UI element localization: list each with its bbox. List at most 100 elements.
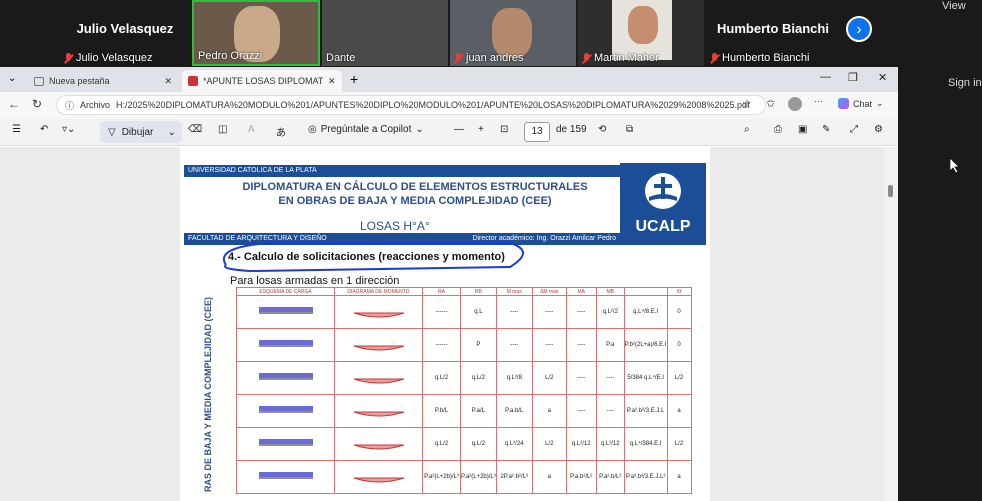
back-icon[interactable]: ←: [8, 97, 20, 111]
copilot-chat-button[interactable]: Chat ⌄: [838, 98, 884, 109]
value-cell: L/2: [531, 361, 567, 395]
text-icon[interactable]: A: [248, 124, 255, 135]
zoom-out-icon[interactable]: —: [454, 124, 464, 135]
load-scheme-cell: [236, 295, 335, 329]
value-cell: 2P.a².b²/L³: [495, 460, 533, 494]
search-icon[interactable]: ⌕: [744, 124, 750, 135]
moment-diagram-cell: [334, 460, 423, 494]
close-window-icon[interactable]: ✕: [878, 71, 887, 84]
value-cell: P: [460, 328, 497, 362]
value-cell: q.L/2: [422, 361, 461, 395]
table-row: ------ q.L ---- ---- ---- q.L²/2 q.L⁴/8.E.I 0: [236, 295, 692, 329]
contents-icon[interactable]: ☰: [12, 124, 21, 135]
value-cell: q.L²/8: [495, 361, 533, 395]
print-icon[interactable]: ⎙: [774, 124, 782, 135]
value-cell: ------: [422, 295, 461, 329]
value-cell: ----: [565, 361, 597, 395]
participant-label: Julio Velasquez: [64, 52, 152, 64]
page-icon: [34, 76, 44, 86]
pdf-toolbar: ☰ ↶ ▿⌄ ▽ Dibujar ⌄ ⌫ ◫ A あ ◎ Pregúntale a C…: [0, 118, 898, 146]
value-cell: ----: [495, 295, 533, 329]
value-cell: ----: [565, 295, 597, 329]
undo-icon[interactable]: ↶: [40, 124, 48, 135]
pdf-page: UNIVERSIDAD CATOLICA DE LA PLATA DIPLOMA…: [180, 147, 710, 501]
ucalp-logo: UCALP: [620, 163, 706, 245]
eraser-icon[interactable]: ⌫: [188, 124, 202, 135]
fit-page-icon[interactable]: ⊡: [500, 124, 508, 135]
participant-label: Pedro Orazzi: [198, 50, 263, 62]
participant-label: Humberto Bianchi: [710, 52, 809, 64]
two-page-icon[interactable]: ⧉: [626, 124, 633, 135]
maximize-icon[interactable]: ❐: [848, 71, 858, 84]
settings-icon[interactable]: ⚙: [874, 124, 883, 135]
save-icon[interactable]: ▣: [798, 124, 807, 135]
document-title: DIPLOMATURA EN CÁLCULO DE ELEMENTOS ESTR…: [242, 181, 588, 207]
new-tab-icon[interactable]: +: [350, 71, 358, 87]
next-page-button[interactable]: ›: [846, 16, 872, 42]
value-cell: L/2: [666, 361, 692, 395]
value-cell: P.a.b/L: [495, 394, 533, 428]
participant-tile[interactable]: Pedro Orazzi: [192, 0, 320, 66]
university-banner: UNIVERSIDAD CATOLICA DE LA PLATA: [184, 165, 620, 177]
copilot-ask-button[interactable]: ◎ Pregúntale a Copilot ⌄: [308, 124, 424, 135]
table-row: P.a²(L+2b)/L³ P.a²(L+2b)/L³ 2P.a².b²/L³ a P.…: [236, 460, 692, 494]
pdf-icon: [188, 76, 198, 86]
value-cell: a: [531, 460, 567, 494]
value-cell: P.a²(L+2b)/L³: [460, 460, 497, 494]
tab-list-chevron-icon[interactable]: ⌄: [8, 73, 16, 84]
read-aloud-icon[interactable]: あ: [276, 124, 286, 139]
zoom-in-icon[interactable]: +: [478, 124, 484, 135]
value-cell: ----: [565, 328, 597, 362]
browser-window: ⌄ Nueva pestaña ✕ *APUNTE LOSAS DIPLOMAT…: [0, 67, 898, 501]
collections-icon[interactable]: ✩: [766, 97, 775, 110]
value-cell: q.L⁴/384.E.I: [623, 427, 668, 461]
close-tab-icon[interactable]: ✕: [164, 76, 172, 87]
participant-tile[interactable]: Humberto Bianchi Humberto Bianchi: [706, 0, 840, 66]
minimize-icon[interactable]: —: [820, 71, 831, 83]
load-scheme-cell: [236, 427, 335, 461]
favorite-star-icon[interactable]: ☆: [742, 97, 752, 110]
sign-in-label[interactable]: Sign in: [948, 77, 982, 89]
value-cell: a: [666, 460, 692, 494]
view-button[interactable]: View: [942, 0, 966, 12]
tab-pdf[interactable]: *APUNTE LOSAS DIPLOMATURA 2 ✕: [182, 70, 342, 92]
load-scheme-cell: [236, 460, 335, 494]
value-cell: q.L²/12: [565, 427, 597, 461]
moment-diagram-cell: [334, 427, 423, 461]
value-cell: P.a.b²/L²: [565, 460, 597, 494]
address-bar: ← ↻ ⓘ Archivo H:/2025%20DIPLOMATURA%20MO…: [0, 92, 898, 118]
table-header-row: ESQUEMA DE CARGA DIAGRAMA DE MOMENTO RA …: [236, 287, 692, 296]
page-number-input[interactable]: 13: [524, 122, 550, 142]
fullscreen-icon[interactable]: ⤢: [850, 124, 858, 135]
tab-bar: ⌄ Nueva pestaña ✕ *APUNTE LOSAS DIPLOMAT…: [0, 67, 898, 92]
moment-diagram-cell: [334, 295, 423, 329]
scrollbar[interactable]: [884, 147, 898, 501]
page-view-icon[interactable]: ◫: [218, 124, 227, 135]
value-cell: a: [531, 394, 567, 428]
more-icon[interactable]: ···: [814, 96, 823, 106]
save-as-icon[interactable]: ✎: [822, 124, 830, 135]
value-cell: q.L²/12: [595, 427, 625, 461]
participant-tile[interactable]: juan andres: [450, 0, 576, 66]
url-field[interactable]: ⓘ Archivo H:/2025%20DIPLOMATURA%20MODULO…: [56, 95, 766, 115]
participant-label: juan andres: [454, 52, 524, 64]
participant-tile[interactable]: Julio Velasquez Julio Velasquez: [60, 0, 190, 66]
value-cell: P.a²(L+2b)/L³: [422, 460, 461, 494]
tab-new-tab[interactable]: Nueva pestaña ✕: [28, 70, 178, 92]
participant-tile[interactable]: Dante: [322, 0, 448, 66]
participants-gallery: Julio Velasquez Julio Velasquez Pedro Or…: [0, 0, 982, 66]
profile-avatar[interactable]: [788, 97, 802, 111]
scrollbar-thumb[interactable]: [888, 185, 893, 197]
highlight-icon[interactable]: ▿⌄: [62, 124, 75, 135]
reload-icon[interactable]: ↻: [32, 97, 42, 111]
value-cell: q.L²/24: [495, 427, 533, 461]
close-tab-icon[interactable]: ✕: [328, 76, 336, 87]
rotate-icon[interactable]: ⟲: [598, 124, 606, 135]
participant-label: Dante: [326, 52, 356, 64]
value-cell: q.L/2: [460, 361, 497, 395]
draw-button[interactable]: ▽ Dibujar ⌄: [100, 121, 182, 143]
moment-diagram-cell: [334, 361, 423, 395]
participant-video: [492, 8, 532, 58]
participant-label: Martin Maher: [582, 52, 659, 64]
participant-tile[interactable]: Martin Maher: [578, 0, 704, 66]
